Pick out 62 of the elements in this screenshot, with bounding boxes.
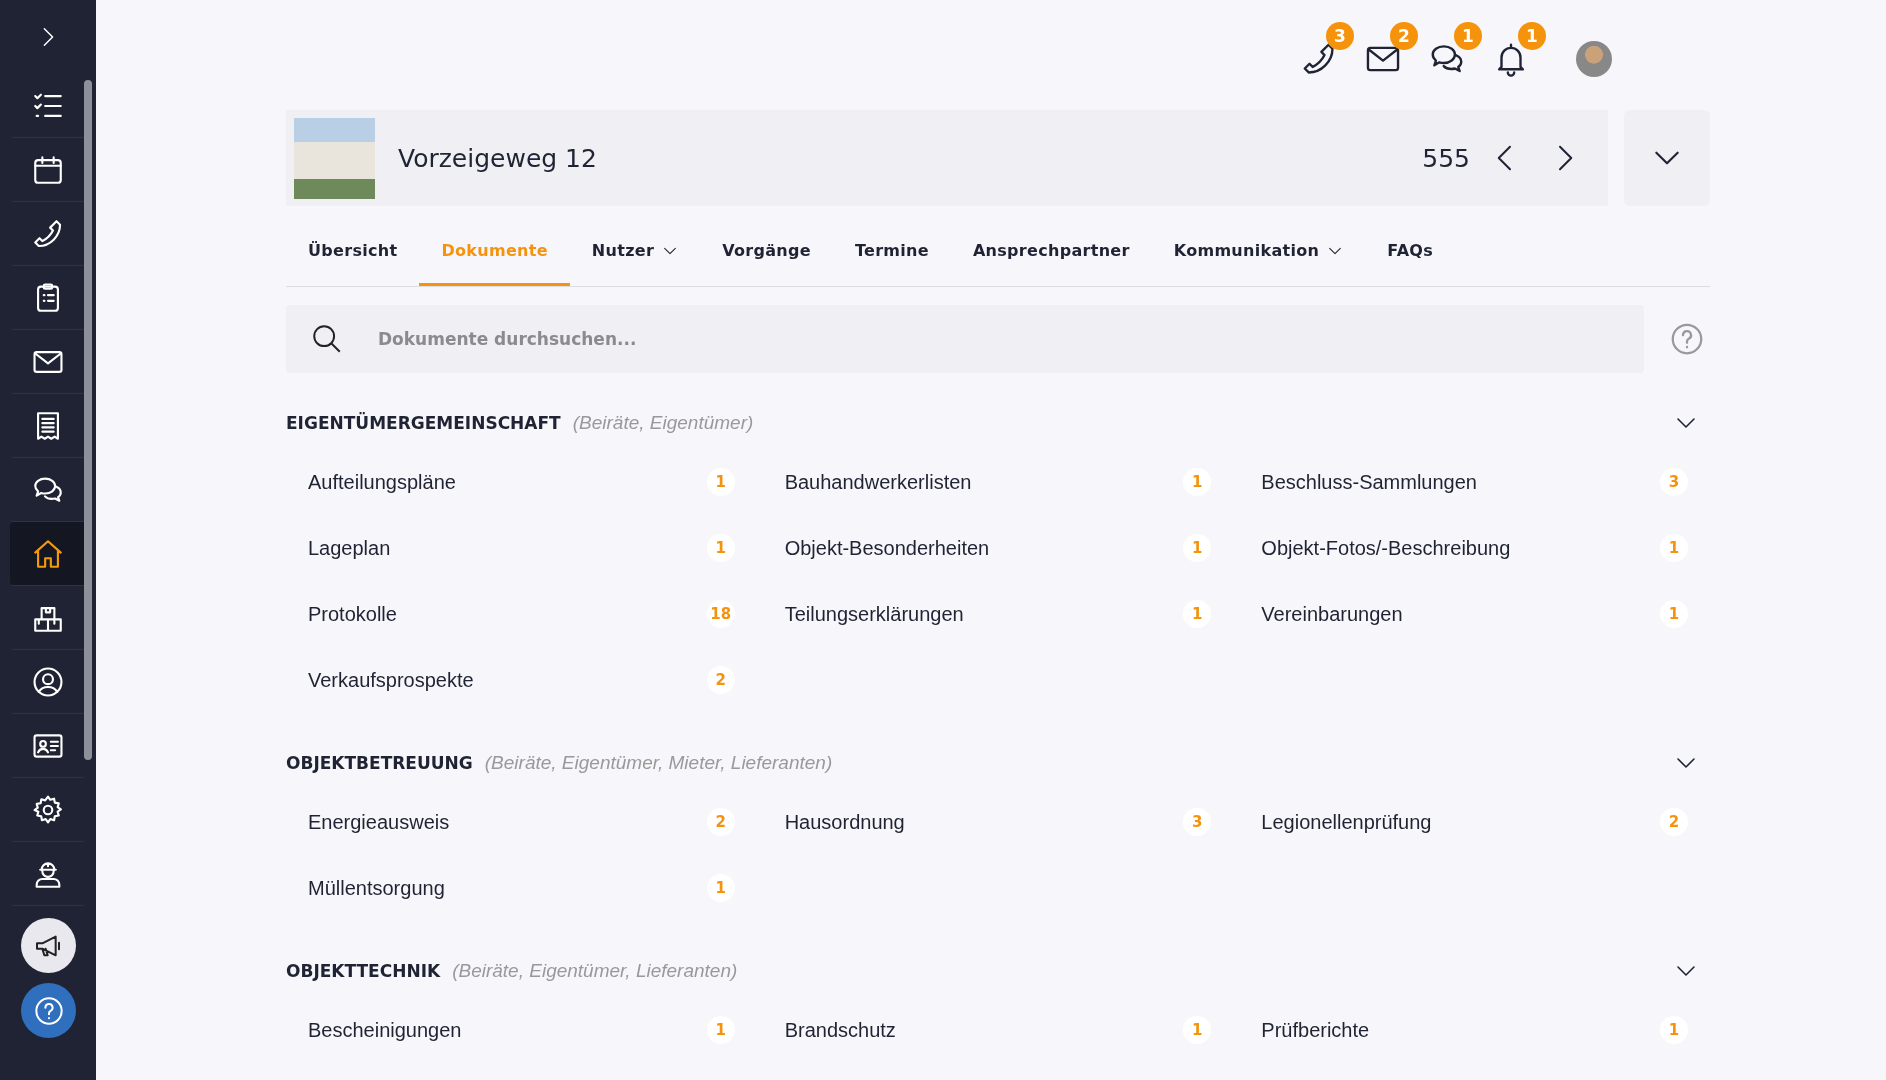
count-badge: 1 (1183, 534, 1212, 562)
count-badge: 1 (1660, 1016, 1688, 1044)
sidebar-item[interactable] (10, 522, 86, 586)
count-badge: 3 (1183, 808, 1212, 836)
document-category[interactable]: Protokolle (308, 602, 707, 626)
document-category[interactable]: Bauhandwerkerlisten (784, 470, 1184, 494)
document-category[interactable]: Objekt-Fotos/-Beschreibung (1261, 536, 1660, 560)
count-badge: 1 (1660, 534, 1688, 562)
property-title: Vorzeigeweg 12 (398, 143, 598, 173)
count-badge: 1 (1183, 1016, 1212, 1044)
tab[interactable]: Vorgänge (700, 218, 833, 286)
section-title: OBJEKTTECHNIK (286, 961, 441, 981)
count-badge: 3 (1326, 22, 1354, 50)
count-badge: 1 (1660, 600, 1688, 628)
document-category[interactable]: Energieausweis (308, 810, 707, 834)
announcement-button[interactable] (21, 918, 76, 973)
document-category[interactable]: Brandschutz (784, 1018, 1184, 1042)
help-icon (32, 994, 65, 1027)
count-badge: 1 (706, 468, 735, 496)
section-title: EIGENTÜMERGEMEINSCHAFT (286, 413, 561, 433)
count-badge: 3 (1660, 468, 1688, 496)
count-badge: 2 (1660, 808, 1688, 836)
count-badge: 2 (706, 666, 735, 694)
tab[interactable]: FAQs (1365, 218, 1456, 286)
document-category[interactable]: Verkaufsprospekte (308, 668, 707, 692)
document-category[interactable]: Müllentsorgung (308, 876, 707, 900)
tab[interactable]: Kommunikation (1151, 218, 1366, 286)
count-badge: 1 (1518, 22, 1546, 50)
document-category[interactable]: Legionellenprüfung (1261, 810, 1660, 834)
count-badge: 2 (706, 808, 735, 836)
avatar[interactable] (1576, 41, 1612, 77)
document-category[interactable]: Lageplan (308, 536, 707, 560)
document-category[interactable]: Beschluss-Sammlungen (1261, 470, 1660, 494)
document-category[interactable]: Teilungserklärungen (784, 602, 1184, 626)
document-category[interactable]: Prüfberichte (1261, 1018, 1660, 1042)
document-category[interactable]: Aufteilungspläne (308, 470, 707, 494)
document-category[interactable]: Vereinbarungen (1261, 602, 1660, 626)
section-audience: (Beiräte, Eigentümer) (572, 412, 754, 434)
count-badge: 2 (1390, 22, 1418, 50)
tab[interactable]: Nutzer (569, 218, 701, 286)
scrollbar[interactable] (84, 80, 92, 760)
count-badge: 18 (706, 600, 735, 628)
document-category[interactable]: Bescheinigungen (308, 1018, 707, 1042)
section-audience: (Beiräte, Eigentümer, Mieter, Lieferanten) (484, 752, 833, 774)
count-badge: 1 (1183, 468, 1212, 496)
search-field[interactable]: Dokumente durchsuchen... (286, 305, 1644, 373)
count-badge: 1 (1183, 600, 1212, 628)
count-badge: 1 (706, 534, 735, 562)
document-category[interactable]: Objekt-Besonderheiten (784, 536, 1184, 560)
count-badge: 1 (1454, 22, 1482, 50)
search-field[interactable]: Dokumente durchsuchen... (376, 328, 1644, 350)
document-category[interactable]: Hausordnung (784, 810, 1184, 834)
tab[interactable]: Ansprechpartner (950, 218, 1152, 286)
count-badge: 1 (706, 1016, 735, 1044)
property-number: 555 (1422, 143, 1470, 173)
section-title: OBJEKTBETREUUNG (286, 753, 473, 773)
help-icon (1669, 321, 1705, 357)
help-button[interactable] (21, 983, 76, 1038)
count-badge: 1 (706, 874, 735, 902)
tab[interactable]: Übersicht (286, 218, 420, 286)
tab[interactable]: Termine (832, 218, 951, 286)
section-audience: (Beiräte, Eigentümer, Lieferanten) (452, 960, 738, 982)
